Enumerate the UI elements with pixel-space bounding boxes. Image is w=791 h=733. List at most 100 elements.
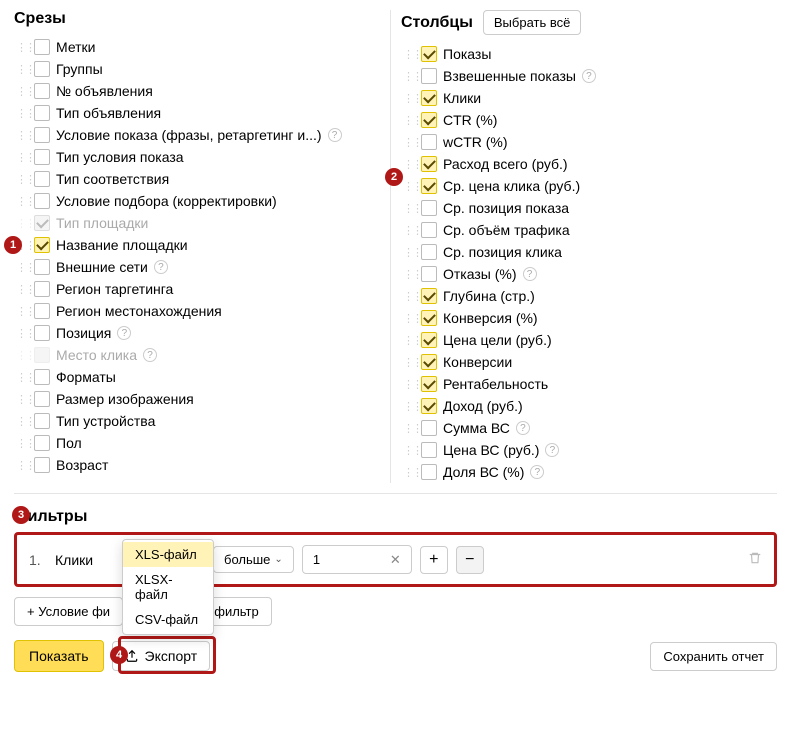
drag-handle-icon[interactable]: ⋮⋮ (403, 202, 415, 215)
checkbox[interactable] (421, 134, 437, 150)
checkbox[interactable] (34, 413, 50, 429)
drag-handle-icon[interactable]: ⋮⋮ (16, 415, 28, 428)
checkbox[interactable] (421, 398, 437, 414)
checkbox[interactable] (421, 112, 437, 128)
drag-handle-icon[interactable]: ⋮⋮ (16, 85, 28, 98)
drag-handle-icon[interactable]: ⋮⋮ (16, 129, 28, 142)
checkbox[interactable] (421, 332, 437, 348)
select-all-button[interactable]: Выбрать всё (483, 10, 581, 35)
checkbox[interactable] (421, 222, 437, 238)
checkbox[interactable] (34, 435, 50, 451)
drag-handle-icon[interactable]: ⋮⋮ (403, 92, 415, 105)
checkbox[interactable] (34, 457, 50, 473)
drag-handle-icon[interactable]: ⋮⋮ (16, 173, 28, 186)
checkbox[interactable] (421, 354, 437, 370)
drag-handle-icon[interactable]: ⋮⋮ (403, 290, 415, 303)
help-icon[interactable]: ? (117, 326, 131, 340)
checkbox[interactable] (421, 442, 437, 458)
add-filter-condition-button[interactable]: + Условие фи (14, 597, 123, 626)
checkbox[interactable] (34, 149, 50, 165)
checkbox[interactable] (421, 156, 437, 172)
show-button[interactable]: Показать (14, 640, 104, 672)
checkbox[interactable] (34, 391, 50, 407)
drag-handle-icon[interactable]: ⋮⋮ (403, 422, 415, 435)
drag-handle-icon[interactable]: ⋮⋮ (16, 217, 28, 230)
checkbox[interactable] (421, 266, 437, 282)
drag-handle-icon[interactable]: ⋮⋮ (403, 378, 415, 391)
checkbox[interactable] (421, 244, 437, 260)
checkbox[interactable] (421, 90, 437, 106)
checkbox[interactable] (34, 61, 50, 77)
drag-handle-icon[interactable]: ⋮⋮ (403, 180, 415, 193)
drag-handle-icon[interactable]: ⋮⋮ (403, 268, 415, 281)
checkbox[interactable] (421, 376, 437, 392)
drag-handle-icon[interactable]: ⋮⋮ (403, 136, 415, 149)
checkbox[interactable] (421, 420, 437, 436)
drag-handle-icon[interactable]: ⋮⋮ (16, 195, 28, 208)
checkbox[interactable] (34, 281, 50, 297)
checkbox[interactable] (421, 200, 437, 216)
checkbox[interactable] (34, 105, 50, 121)
drag-handle-icon[interactable]: ⋮⋮ (16, 459, 28, 472)
drag-handle-icon[interactable]: ⋮⋮ (403, 114, 415, 127)
checkbox[interactable] (34, 303, 50, 319)
export-menu-item[interactable]: XLS-файл (123, 542, 213, 567)
filter-delete-button[interactable] (748, 551, 762, 568)
checkbox[interactable] (34, 193, 50, 209)
checkbox[interactable] (421, 464, 437, 480)
drag-handle-icon[interactable]: ⋮⋮ (16, 371, 28, 384)
checkbox[interactable] (34, 83, 50, 99)
drag-handle-icon[interactable]: ⋮⋮ (16, 327, 28, 340)
checkbox[interactable] (34, 127, 50, 143)
drag-handle-icon[interactable]: ⋮⋮ (16, 349, 28, 362)
drag-handle-icon[interactable]: ⋮⋮ (16, 63, 28, 76)
help-icon[interactable]: ? (523, 267, 537, 281)
drag-handle-icon[interactable]: ⋮⋮ (403, 70, 415, 83)
drag-handle-icon[interactable]: ⋮⋮ (403, 246, 415, 259)
clear-icon[interactable]: ✕ (388, 552, 403, 568)
filter-value-input[interactable] (311, 551, 388, 568)
drag-handle-icon[interactable]: ⋮⋮ (16, 283, 28, 296)
checkbox[interactable] (34, 369, 50, 385)
checkbox[interactable] (421, 288, 437, 304)
save-report-button[interactable]: Сохранить отчет (650, 642, 777, 671)
help-icon[interactable]: ? (545, 443, 559, 457)
help-icon[interactable]: ? (582, 69, 596, 83)
filter-add-button[interactable]: + (420, 546, 448, 574)
drag-handle-icon[interactable]: ⋮⋮ (403, 444, 415, 457)
drag-handle-icon[interactable]: ⋮⋮ (403, 158, 415, 171)
drag-handle-icon[interactable]: ⋮⋮ (403, 224, 415, 237)
checkbox[interactable] (34, 259, 50, 275)
checkbox[interactable] (421, 46, 437, 62)
drag-handle-icon[interactable]: ⋮⋮ (403, 312, 415, 325)
help-icon[interactable]: ? (328, 128, 342, 142)
checkbox[interactable] (34, 237, 50, 253)
item-label: Рентабельность (443, 376, 548, 392)
checkbox[interactable] (421, 178, 437, 194)
drag-handle-icon[interactable]: ⋮⋮ (403, 334, 415, 347)
drag-handle-icon[interactable]: ⋮⋮ (16, 261, 28, 274)
checkbox[interactable] (421, 68, 437, 84)
drag-handle-icon[interactable]: ⋮⋮ (16, 41, 28, 54)
checkbox[interactable] (34, 325, 50, 341)
help-icon[interactable]: ? (530, 465, 544, 479)
drag-handle-icon[interactable]: ⋮⋮ (16, 437, 28, 450)
help-icon[interactable]: ? (154, 260, 168, 274)
export-menu-item[interactable]: CSV-файл (123, 607, 213, 632)
checkbox[interactable] (34, 171, 50, 187)
drag-handle-icon[interactable]: ⋮⋮ (16, 107, 28, 120)
checkbox[interactable] (421, 310, 437, 326)
drag-handle-icon[interactable]: ⋮⋮ (403, 466, 415, 479)
drag-handle-icon[interactable]: ⋮⋮ (403, 356, 415, 369)
filter-remove-button[interactable]: − (456, 546, 484, 574)
checkbox[interactable] (34, 39, 50, 55)
help-icon[interactable]: ? (516, 421, 530, 435)
filter-operator-select[interactable]: больше ⌄ (213, 546, 294, 573)
drag-handle-icon[interactable]: ⋮⋮ (16, 305, 28, 318)
drag-handle-icon[interactable]: ⋮⋮ (403, 48, 415, 61)
drag-handle-icon[interactable]: ⋮⋮ (16, 151, 28, 164)
drag-handle-icon[interactable]: ⋮⋮ (16, 393, 28, 406)
help-icon[interactable]: ? (143, 348, 157, 362)
drag-handle-icon[interactable]: ⋮⋮ (403, 400, 415, 413)
export-menu-item[interactable]: XLSX-файл (123, 567, 213, 607)
